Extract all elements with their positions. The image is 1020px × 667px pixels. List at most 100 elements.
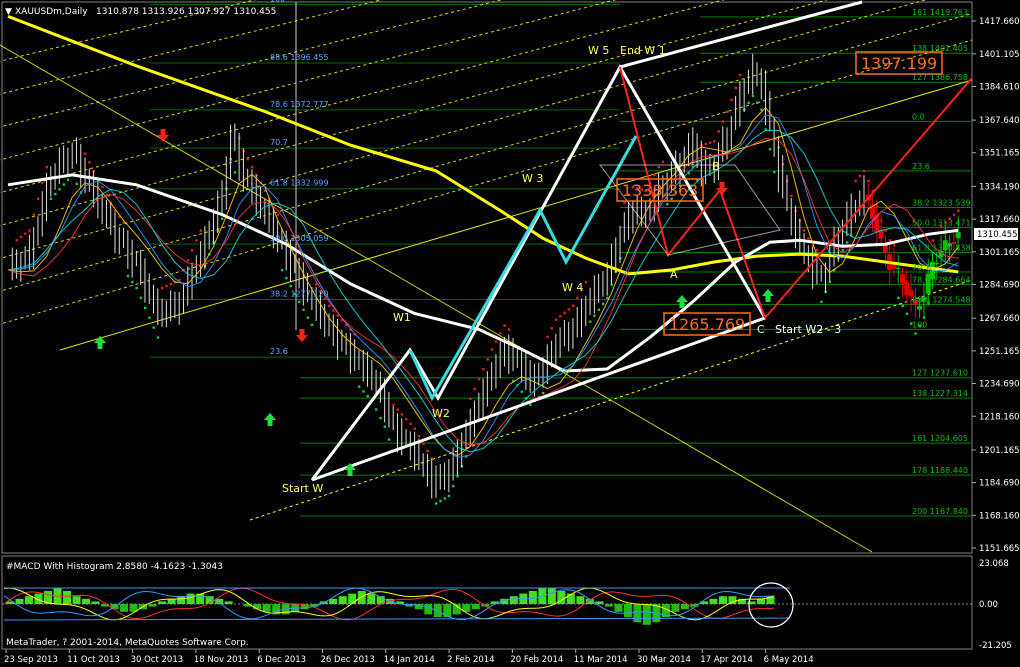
fib-left-label: 78.6 1372.777	[270, 100, 329, 109]
macd-bar	[224, 601, 233, 604]
sar-dot	[657, 165, 660, 169]
sar-dot	[845, 241, 849, 244]
sar-dot	[661, 160, 665, 164]
sar-dot	[589, 320, 592, 323]
sar-dot	[747, 101, 750, 104]
macd-bar	[158, 601, 167, 604]
fib-left-label: 100	[270, 0, 285, 3]
x-tick-label: 6 Dec 2013	[257, 655, 306, 665]
sar-dot	[892, 244, 896, 247]
fib-label: 88.6 1274.548	[912, 296, 971, 305]
candle-body	[934, 262, 940, 265]
x-tick-label: 2 Feb 2014	[447, 655, 495, 665]
macd-bar	[177, 596, 186, 604]
sar-dot	[713, 140, 716, 143]
sar-dot	[58, 188, 61, 191]
macd-bar	[367, 593, 376, 604]
fib-left-label: 23.6	[270, 347, 288, 356]
candle-body	[904, 281, 910, 296]
macd-bar	[623, 604, 632, 617]
y-tick-label: 1201.165	[979, 446, 1020, 456]
macd-bar	[566, 593, 575, 604]
y-tick-label: 1334.190	[979, 182, 1020, 192]
sar-dot	[405, 417, 408, 421]
sar-dot	[28, 229, 31, 232]
sar-dot	[186, 259, 190, 262]
sar-dot	[790, 194, 793, 198]
sar-dot	[717, 130, 720, 133]
fib-label: 178 1188.440	[912, 466, 968, 475]
y-tick-label: 1168.160	[979, 511, 1020, 521]
fib-label: 138 1227.314	[912, 389, 968, 398]
sar-dot	[285, 276, 288, 280]
sar-dot	[126, 274, 130, 278]
sar-dot	[298, 300, 301, 304]
sar-dot	[623, 201, 626, 205]
sar-dot	[726, 110, 729, 113]
fib-label: 23.6	[912, 162, 930, 171]
ohlc-values: 1310.878 1313.926 1307.927 1310.455	[96, 7, 276, 17]
macd-y-tick-label: 23.068	[979, 559, 1009, 569]
macd-bar	[547, 588, 556, 604]
chart-canvas[interactable]: W 5 End W 1 W 3 W 4 W1 W2 Start W A B C Start W2 -…	[0, 0, 1020, 667]
x-tick-label: 11 Oct 2013	[67, 655, 120, 665]
sar-dot	[756, 101, 759, 104]
wave-label: Start W2 - 3	[775, 323, 841, 336]
macd-bar	[633, 604, 642, 623]
sar-dot	[768, 148, 772, 151]
sar-dot	[473, 387, 476, 391]
y-tick-label: 1351.165	[979, 149, 1020, 159]
macd-bar	[348, 593, 357, 604]
y-tick-label: 1401.105	[979, 50, 1020, 60]
macd-bar	[424, 604, 433, 615]
macd-y-tick-label: -21.205	[979, 641, 1012, 651]
symbol-label: XAUUSDm,Daily	[15, 7, 88, 17]
fib-label: 38.2 1323.539	[912, 198, 971, 207]
sar-dot	[901, 304, 904, 308]
macd-bar	[576, 596, 585, 604]
sar-dot	[328, 304, 331, 308]
x-tick-label: 23 Sep 2013	[4, 655, 58, 665]
fib-left-label: 88.6 1396.455	[270, 53, 329, 62]
sar-dot	[165, 284, 168, 288]
y-tick-label: 1218.160	[979, 412, 1020, 422]
chart-header-arrow: ▼	[5, 7, 12, 17]
sar-dot	[858, 174, 862, 178]
sar-dot	[387, 438, 391, 441]
sar-dot	[246, 158, 250, 161]
sar-dot	[815, 249, 819, 252]
x-tick-label: 26 Dec 2013	[321, 655, 375, 665]
sar-dot	[593, 314, 596, 317]
sar-dot	[559, 315, 562, 318]
sar-dot	[867, 179, 870, 183]
sar-dot	[482, 368, 485, 371]
current-price-label: 1310.455	[977, 230, 1018, 240]
sar-dot	[610, 283, 613, 286]
sar-dot	[863, 169, 866, 173]
sar-dot	[152, 326, 155, 329]
sar-dot	[75, 182, 78, 185]
y-tick-label: 1151.665	[979, 544, 1020, 554]
x-tick-label: 20 Feb 2014	[510, 655, 563, 665]
callout-price: 1265.769	[669, 315, 745, 334]
sar-dot	[529, 403, 532, 407]
wave-label: W 5	[588, 44, 609, 57]
sar-dot	[730, 98, 733, 101]
sar-dot	[550, 327, 553, 330]
sar-dot	[597, 308, 601, 311]
sar-dot	[221, 217, 224, 220]
sar-dot	[751, 94, 755, 98]
macd-bar	[262, 604, 271, 612]
sar-dot	[135, 286, 138, 290]
sar-dot	[19, 235, 23, 239]
callout-price: 1338.363	[622, 181, 698, 200]
sar-dot	[957, 209, 960, 212]
sar-dot	[84, 152, 87, 155]
fib-left-label: 38.2 1277.120	[270, 289, 329, 298]
sar-dot	[357, 385, 361, 388]
sar-dot	[148, 316, 151, 319]
sar-dot	[417, 434, 421, 438]
macd-title: #MACD With Histogram 2.8580 -4.1623 -1.3…	[6, 562, 223, 572]
macd-bar	[642, 604, 651, 625]
sar-dot	[422, 442, 425, 445]
